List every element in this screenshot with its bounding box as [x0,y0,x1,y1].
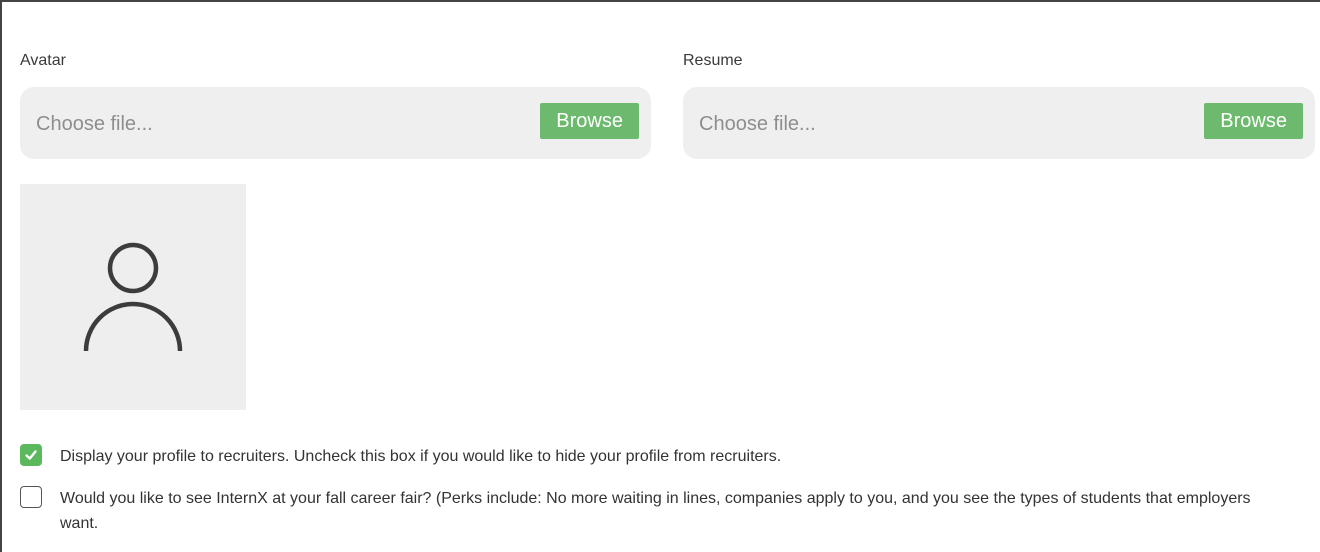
resume-label: Resume [683,52,743,69]
checkmark-icon [25,450,37,460]
display-profile-text: Display your profile to recruiters. Unch… [60,448,782,465]
avatar-label: Avatar [20,52,66,69]
career-fair-text: Would you like to see InternX at your fa… [60,490,1251,532]
career-fair-option[interactable]: Would you like to see InternX at your fa… [20,486,1280,536]
resume-file-input[interactable]: Choose file... Browse [683,87,1315,159]
avatar-browse-button[interactable]: Browse [540,103,639,139]
display-profile-option[interactable]: Display your profile to recruiters. Unch… [20,444,1280,469]
career-fair-checkbox[interactable] [20,486,42,508]
avatar-preview [20,184,246,410]
avatar-file-placeholder: Choose file... [36,113,153,135]
display-profile-checkbox[interactable] [20,444,42,466]
avatar-file-input[interactable]: Choose file... Browse [20,87,651,159]
resume-file-placeholder: Choose file... [699,113,816,135]
user-icon [83,242,183,352]
resume-browse-button[interactable]: Browse [1204,103,1303,139]
